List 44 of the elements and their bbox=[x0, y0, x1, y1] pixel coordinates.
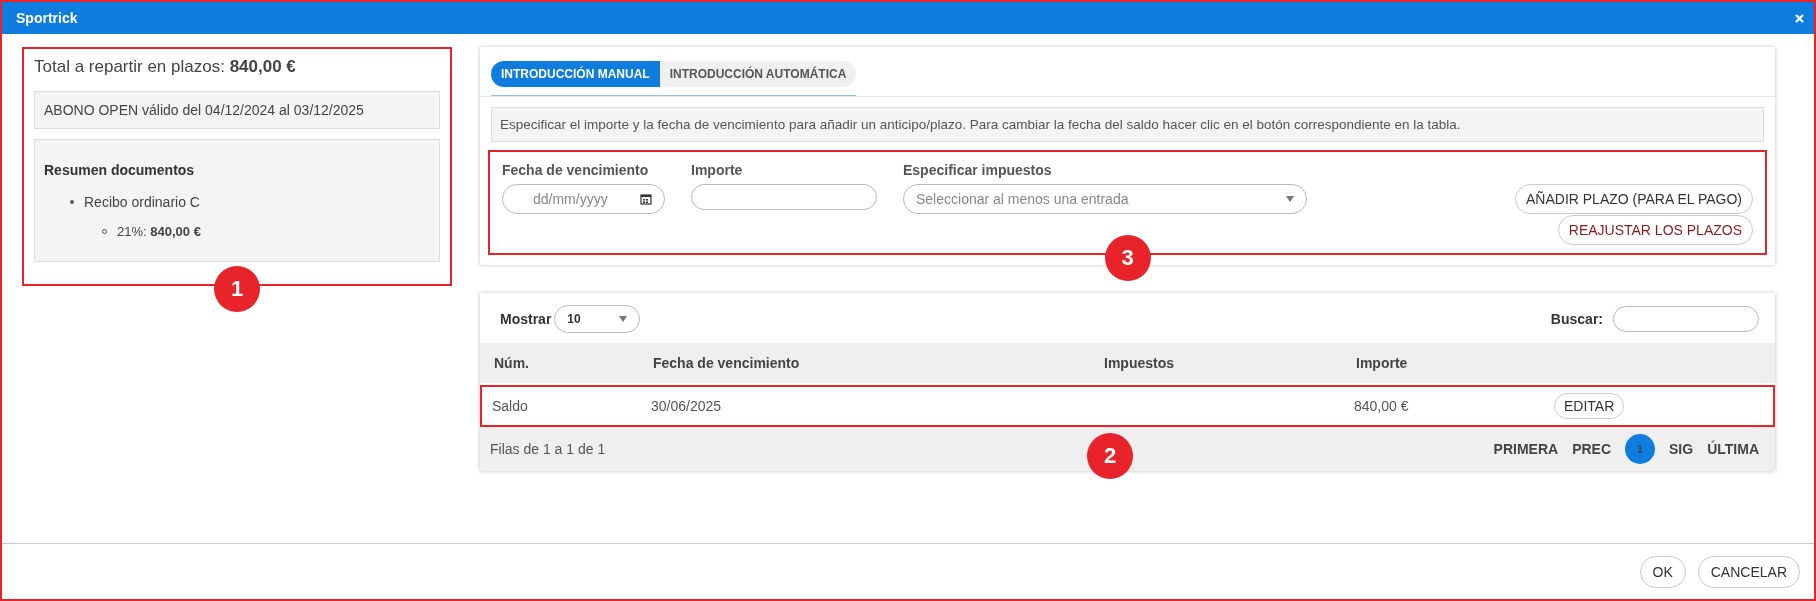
ok-button[interactable]: OK bbox=[1639, 555, 1686, 588]
column-header: Fecha de vencimiento bbox=[653, 355, 801, 371]
validity-note: ABONO OPEN válido del 04/12/2024 al 03/12/2025 bbox=[34, 91, 440, 129]
dropdown-arrow-icon bbox=[619, 316, 628, 322]
tab[interactable]: INTRODUCCIÓN AUTOMÁTICA bbox=[659, 61, 857, 87]
callout-badge: 1 bbox=[214, 266, 260, 312]
column-header: Impuestos bbox=[1104, 355, 1175, 371]
callout-badge: 2 bbox=[1087, 433, 1133, 479]
cancel-button[interactable]: CANCELAR bbox=[1697, 555, 1800, 588]
amount-field[interactable] bbox=[691, 184, 877, 210]
page-size-select[interactable]: 10 bbox=[554, 305, 641, 333]
field-label: Especificar impuestos bbox=[903, 162, 1053, 178]
table-cell-text: Saldo bbox=[492, 398, 529, 414]
rows-info: Filas de 1 a 1 de 1 bbox=[490, 441, 606, 457]
add-button[interactable]: AÑADIR PLAZO (PARA EL PAGO) bbox=[1515, 184, 1753, 214]
close-icon[interactable] bbox=[1795, 13, 1804, 23]
table-cell-text: 30/06/2025 bbox=[651, 398, 723, 414]
search-label: Buscar: bbox=[1550, 311, 1603, 327]
edit-button[interactable]: EDITAR bbox=[1554, 393, 1625, 419]
search-field[interactable] bbox=[1613, 306, 1759, 332]
tax-line: 21%: 840,00 € bbox=[117, 224, 201, 239]
document-item: Recibo ordinario C bbox=[84, 194, 200, 210]
dropdown-arrow-icon bbox=[1286, 196, 1294, 202]
field-label: Importe bbox=[691, 162, 744, 178]
field-label: Fecha de vencimiento bbox=[502, 162, 650, 178]
show-label: Mostrar bbox=[500, 311, 552, 327]
tax-select[interactable]: Seleccionar al menos una entrada bbox=[903, 184, 1307, 214]
table-cell-text: 840,00 € bbox=[1354, 398, 1410, 414]
documents-title: Resumen documentos bbox=[44, 162, 196, 178]
total-text: Total a repartir en plazos: 840,00 € bbox=[34, 57, 297, 77]
calendar-icon bbox=[640, 193, 652, 205]
callout-badge: 3 bbox=[1104, 235, 1151, 281]
window-title: Sportrick bbox=[16, 10, 78, 26]
date-field[interactable]: dd/mm/yyyy bbox=[502, 184, 665, 214]
column-header: Importe bbox=[1356, 355, 1409, 371]
bullet-icon bbox=[70, 200, 74, 204]
page-link[interactable]: PREC bbox=[1572, 441, 1612, 457]
page-link[interactable]: SIG bbox=[1669, 441, 1694, 457]
page-link[interactable]: ÚLTIMA bbox=[1707, 441, 1759, 457]
tab[interactable]: INTRODUCCIÓN MANUAL bbox=[491, 61, 660, 87]
column-header: Núm. bbox=[494, 355, 530, 371]
info-note: Especificar el importe y la fecha de vencimiento para añadir un anticipo/plazo. Para cambiar la fecha del saldo hacer clic en el botón correspondiente en la tabla. bbox=[491, 107, 1764, 142]
readjust-button[interactable]: REAJUSTAR LOS PLAZOS bbox=[1557, 215, 1753, 245]
page-link[interactable]: PRIMERA bbox=[1493, 441, 1559, 457]
